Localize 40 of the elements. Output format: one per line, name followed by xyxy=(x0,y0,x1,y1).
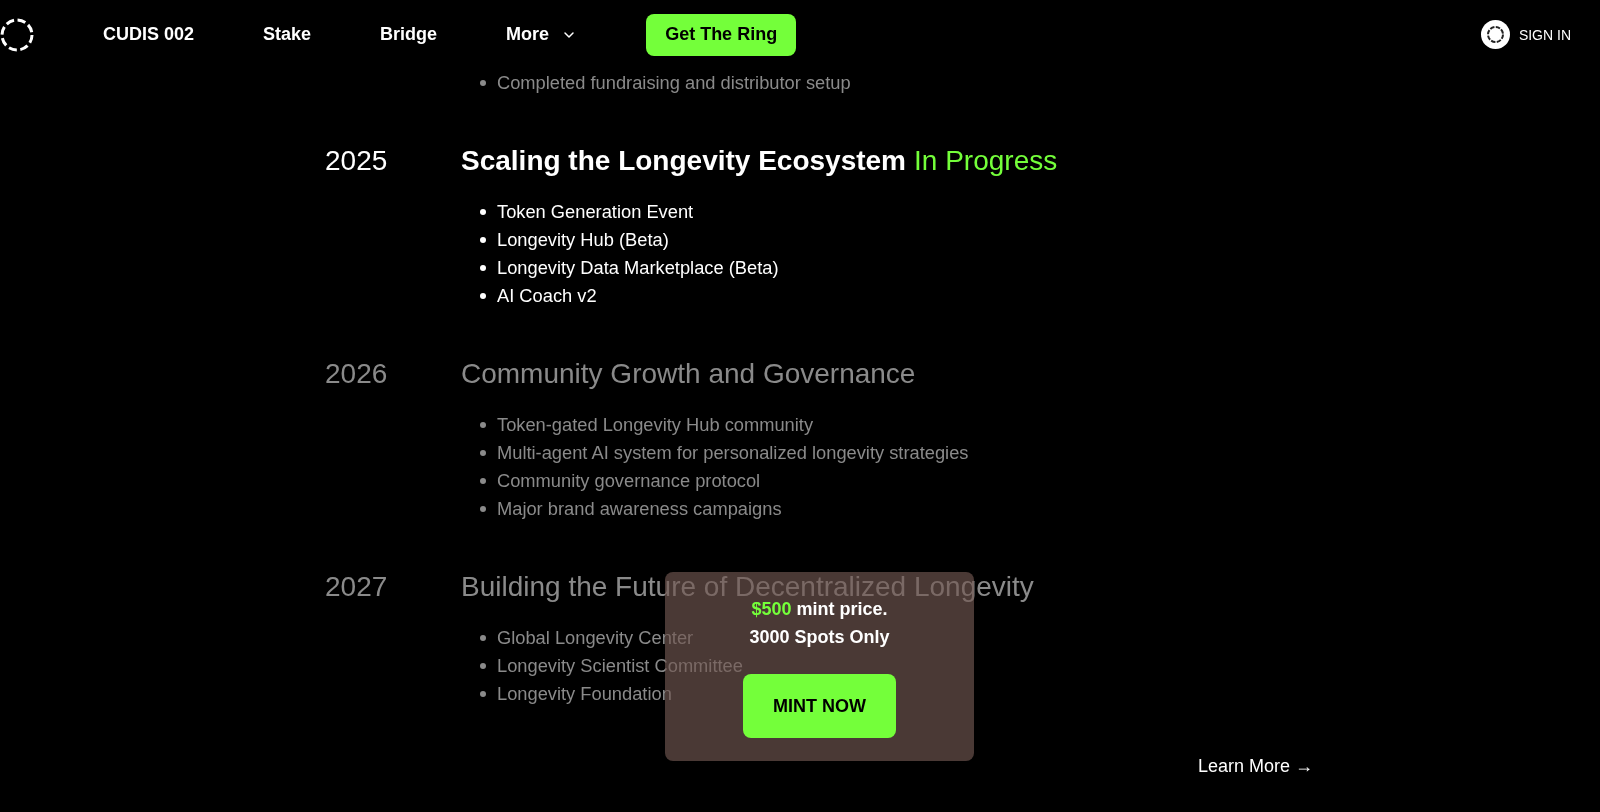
sign-in-link[interactable]: SIGN IN xyxy=(1480,20,1571,49)
mint-now-button[interactable]: MINT NOW xyxy=(743,674,896,738)
milestone-item: Longevity Foundation xyxy=(497,683,672,705)
bullet-icon xyxy=(480,635,486,641)
milestone-item: Token Generation Event xyxy=(497,201,694,223)
milestone-item: Multi-agent AI system for personalized longevity strategies xyxy=(497,442,969,464)
milestone-year: 2026 xyxy=(325,357,389,391)
bullet-icon xyxy=(480,265,486,271)
milestone-item: Token-gated Longevity Hub community xyxy=(497,414,814,436)
nav-link[interactable]: Bridge xyxy=(380,24,438,45)
get-ring-button[interactable]: Get The Ring xyxy=(646,13,797,56)
milestone-title: Scaling the Longevity Ecosystem xyxy=(461,144,907,178)
bullet-icon xyxy=(480,237,486,243)
milestone-year: 2027 xyxy=(325,570,389,604)
nav-link[interactable]: More xyxy=(506,24,578,45)
bullet-icon xyxy=(480,450,486,456)
milestone-item: AI Coach v2 xyxy=(497,285,597,307)
logo-icon[interactable] xyxy=(0,17,34,52)
learn-more-link[interactable]: Learn More → xyxy=(1197,754,1313,778)
bullet-icon xyxy=(480,80,486,86)
bullet-icon xyxy=(480,506,486,512)
ring-icon xyxy=(1480,20,1510,49)
bullet-icon xyxy=(480,209,486,215)
nav-link[interactable]: Stake xyxy=(263,24,312,45)
bullet-icon xyxy=(480,691,486,697)
bullet-icon xyxy=(480,478,486,484)
milestone-item: Community governance protocol xyxy=(497,470,761,492)
milestone-year: 2025 xyxy=(325,144,389,178)
nav-link[interactable]: CUDIS 002 xyxy=(103,24,195,45)
milestone-item: Longevity Data Marketplace (Beta) xyxy=(497,257,779,279)
bullet-icon xyxy=(480,293,486,299)
milestone-item: Completed fundraising and distributor setup xyxy=(497,72,851,94)
status-label: In Progress xyxy=(914,144,1058,178)
milestone-item: Major brand awareness campaigns xyxy=(497,498,782,520)
bullet-icon xyxy=(480,663,486,669)
mint-price-text: $500 mint price. xyxy=(751,598,888,621)
spots-text: 3000 Spots Only xyxy=(749,626,890,649)
milestone-item: Longevity Hub (Beta) xyxy=(497,229,669,251)
bullet-icon xyxy=(480,422,486,428)
milestone-title: Community Growth and Governance xyxy=(461,357,916,391)
